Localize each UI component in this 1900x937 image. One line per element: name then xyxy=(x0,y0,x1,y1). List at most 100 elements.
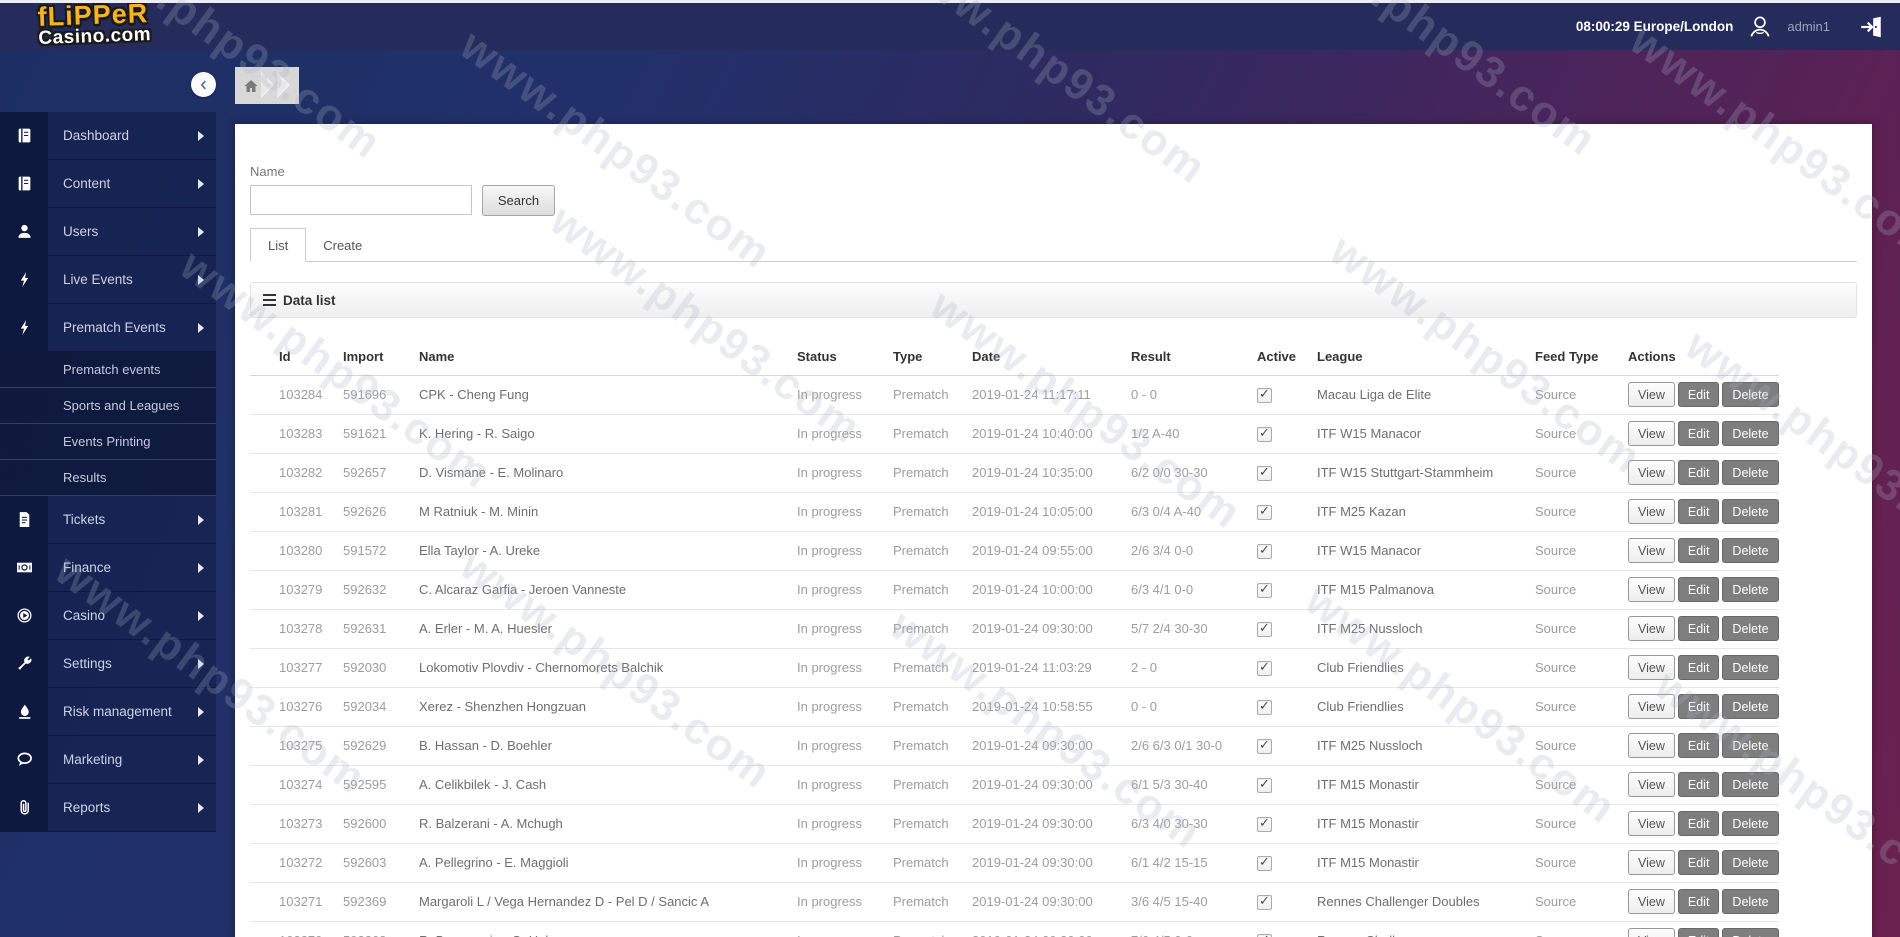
view-button[interactable]: View xyxy=(1628,772,1675,797)
delete-button[interactable]: Delete xyxy=(1722,889,1779,914)
view-button[interactable]: View xyxy=(1628,499,1675,524)
delete-button[interactable]: Delete xyxy=(1722,772,1779,797)
sidebar-item-tickets[interactable]: Tickets xyxy=(0,496,216,544)
sidebar-collapse-button[interactable] xyxy=(191,72,216,97)
tab-list[interactable]: List xyxy=(250,228,307,262)
sidebar-subitem-sports-and-leagues[interactable]: Sports and Leagues xyxy=(0,388,216,424)
cell-active xyxy=(1257,648,1317,688)
sidebar-item-content[interactable]: Content xyxy=(0,160,216,208)
edit-button[interactable]: Edit xyxy=(1677,928,1720,937)
edit-button[interactable]: Edit xyxy=(1677,382,1720,407)
sidebar-item-casino[interactable]: Casino xyxy=(0,592,216,640)
cell-event-name: R. Brancaccio - Q. Halys xyxy=(419,921,797,937)
delete-button[interactable]: Delete xyxy=(1722,460,1779,485)
sidebar-subitem-results[interactable]: Results xyxy=(0,460,216,496)
edit-button[interactable]: Edit xyxy=(1677,811,1720,836)
edit-button[interactable]: Edit xyxy=(1677,655,1720,680)
delete-button[interactable]: Delete xyxy=(1722,928,1779,937)
active-checkbox[interactable] xyxy=(1257,893,1272,910)
view-button[interactable]: View xyxy=(1628,616,1675,641)
breadcrumb-home[interactable] xyxy=(235,67,299,104)
active-checkbox[interactable] xyxy=(1257,854,1272,871)
sidebar-subitem-prematch-events[interactable]: Prematch events xyxy=(0,352,216,388)
edit-button[interactable]: Edit xyxy=(1677,850,1720,875)
edit-button[interactable]: Edit xyxy=(1677,889,1720,914)
view-button[interactable]: View xyxy=(1628,538,1675,563)
delete-button[interactable]: Delete xyxy=(1722,733,1779,758)
sidebar-item-settings[interactable]: Settings xyxy=(0,640,216,688)
col-header-id: Id xyxy=(250,339,343,376)
active-checkbox[interactable] xyxy=(1257,698,1272,715)
cell-active xyxy=(1257,882,1317,922)
active-checkbox[interactable] xyxy=(1257,581,1272,598)
edit-button[interactable]: Edit xyxy=(1677,694,1720,719)
sidebar-item-dashboard[interactable]: Dashboard xyxy=(0,112,216,160)
view-button[interactable]: View xyxy=(1628,889,1675,914)
view-button[interactable]: View xyxy=(1628,655,1675,680)
view-button[interactable]: View xyxy=(1628,421,1675,446)
delete-button[interactable]: Delete xyxy=(1722,538,1779,563)
cell-feed-type: Source xyxy=(1535,687,1628,727)
delete-button[interactable]: Delete xyxy=(1722,421,1779,446)
view-button[interactable]: View xyxy=(1628,694,1675,719)
cell-import-id: 592034 xyxy=(343,687,419,727)
active-checkbox[interactable] xyxy=(1257,503,1272,520)
cell-status: In progress xyxy=(797,765,893,805)
delete-button[interactable]: Delete xyxy=(1722,577,1779,602)
delete-button[interactable]: Delete xyxy=(1722,382,1779,407)
sidebar-item-prematch-events[interactable]: Prematch Events xyxy=(0,304,216,352)
edit-button[interactable]: Edit xyxy=(1677,616,1720,641)
view-button[interactable]: View xyxy=(1628,811,1675,836)
sidebar-item-finance[interactable]: Finance xyxy=(0,544,216,592)
active-checkbox[interactable] xyxy=(1257,386,1272,403)
user-avatar-icon[interactable] xyxy=(1745,12,1775,42)
view-button[interactable]: View xyxy=(1628,382,1675,407)
delete-button[interactable]: Delete xyxy=(1722,655,1779,680)
view-button[interactable]: View xyxy=(1628,928,1675,937)
view-button[interactable]: View xyxy=(1628,733,1675,758)
active-checkbox[interactable] xyxy=(1257,815,1272,832)
chevron-right-icon xyxy=(198,178,204,189)
active-checkbox[interactable] xyxy=(1257,932,1272,937)
active-checkbox[interactable] xyxy=(1257,620,1272,637)
sidebar-item-marketing[interactable]: Marketing xyxy=(0,736,216,784)
view-button[interactable]: View xyxy=(1628,460,1675,485)
logout-icon[interactable] xyxy=(1856,12,1886,42)
cell-result: 6/1 5/3 30-40 xyxy=(1131,765,1257,805)
cell-actions: ViewEditDelete xyxy=(1628,804,1779,844)
active-checkbox[interactable] xyxy=(1257,776,1272,793)
edit-button[interactable]: Edit xyxy=(1677,499,1720,524)
edit-button[interactable]: Edit xyxy=(1677,772,1720,797)
delete-button[interactable]: Delete xyxy=(1722,850,1779,875)
active-checkbox[interactable] xyxy=(1257,659,1272,676)
sidebar-item-reports[interactable]: Reports xyxy=(0,784,216,832)
delete-button[interactable]: Delete xyxy=(1722,499,1779,524)
delete-button[interactable]: Delete xyxy=(1722,694,1779,719)
tab-create[interactable]: Create xyxy=(306,228,379,262)
active-checkbox[interactable] xyxy=(1257,425,1272,442)
edit-button[interactable]: Edit xyxy=(1677,733,1720,758)
active-checkbox[interactable] xyxy=(1257,542,1272,559)
cell-event-name: A. Erler - M. A. Huesler xyxy=(419,609,797,649)
site-logo[interactable]: fLiPPeR Casino.com xyxy=(37,0,151,49)
view-button[interactable]: View xyxy=(1628,577,1675,602)
cell-status: In progress xyxy=(797,726,893,766)
view-button[interactable]: View xyxy=(1628,850,1675,875)
main-panel: Name Search List Create Data list Id Impo… xyxy=(235,124,1872,937)
sidebar-item-risk-management[interactable]: Risk management xyxy=(0,688,216,736)
edit-button[interactable]: Edit xyxy=(1677,421,1720,446)
edit-button[interactable]: Edit xyxy=(1677,460,1720,485)
delete-button[interactable]: Delete xyxy=(1722,811,1779,836)
sidebar-item-live-events[interactable]: Live Events xyxy=(0,256,216,304)
sidebar-subitem-events-printing[interactable]: Events Printing xyxy=(0,424,216,460)
sidebar-item-users[interactable]: Users xyxy=(0,208,216,256)
search-button[interactable]: Search xyxy=(482,185,555,216)
edit-button[interactable]: Edit xyxy=(1677,538,1720,563)
active-checkbox[interactable] xyxy=(1257,464,1272,481)
table-row: 103274 592595 A. Celikbilek - J. Cash In pr… xyxy=(250,765,1779,805)
cell-import-id: 591572 xyxy=(343,531,419,571)
edit-button[interactable]: Edit xyxy=(1677,577,1720,602)
active-checkbox[interactable] xyxy=(1257,737,1272,754)
delete-button[interactable]: Delete xyxy=(1722,616,1779,641)
name-search-input[interactable] xyxy=(250,185,472,215)
